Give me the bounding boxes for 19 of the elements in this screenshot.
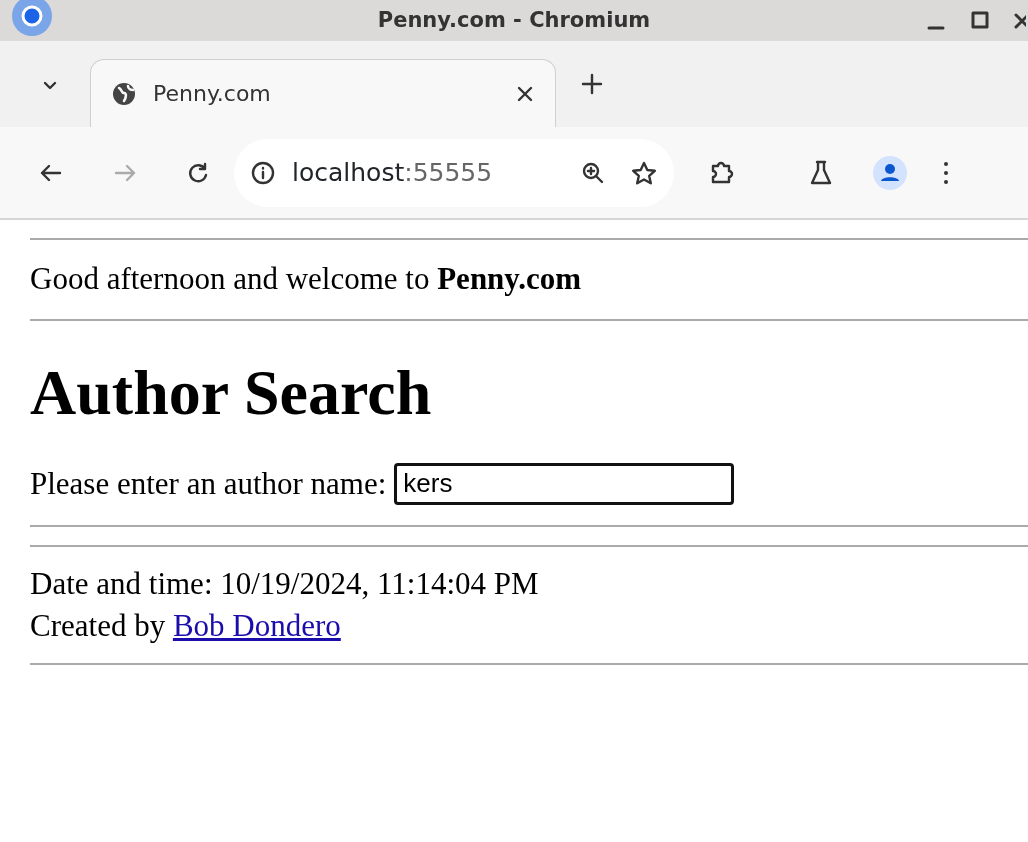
datetime-text: Date and time: 10/19/2024, 11:14:04 PM <box>30 566 539 601</box>
window-title: Penny.com - Chromium <box>377 8 651 32</box>
tab-title: Penny.com <box>153 80 272 108</box>
more-menu-icon[interactable] <box>942 159 950 186</box>
created-by-text: Created by <box>30 608 166 643</box>
profile-icon[interactable] <box>872 154 908 191</box>
search-label: Please enter an author name: <box>30 464 387 503</box>
greeting-text: Good afternoon and welcome to Penny.com <box>30 261 581 296</box>
page-heading: Author Search <box>30 356 432 428</box>
globe-icon <box>111 80 137 107</box>
author-search-field[interactable]: kers <box>394 462 735 505</box>
reload-icon[interactable] <box>186 160 210 185</box>
info-icon <box>250 159 276 186</box>
url-text: localhost:55555 <box>292 156 494 189</box>
browser-tab[interactable]: Penny.com <box>90 59 556 127</box>
flask-icon[interactable] <box>808 158 834 187</box>
address-bar[interactable]: localhost:55555 <box>234 138 674 207</box>
author-link[interactable]: Bob Dondero <box>172 608 341 643</box>
new-tab-icon[interactable] <box>580 72 604 97</box>
